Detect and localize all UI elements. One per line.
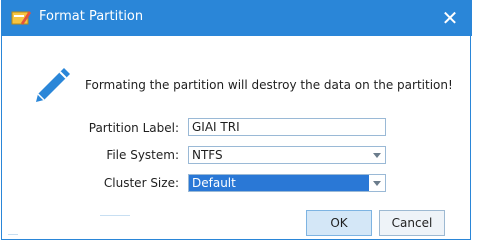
- scratch-mark: [100, 215, 130, 216]
- chevron-down-icon[interactable]: [369, 175, 385, 191]
- file-system-value: NTFS: [192, 148, 223, 162]
- partition-label-input[interactable]: GIAI TRI: [188, 118, 386, 136]
- window-title: Format Partition: [39, 9, 144, 24]
- cluster-size-select[interactable]: Default: [188, 174, 386, 192]
- ok-button[interactable]: OK: [306, 210, 372, 236]
- close-icon[interactable]: ✕: [439, 6, 461, 30]
- chevron-down-icon[interactable]: [369, 147, 385, 163]
- pencil-icon: [36, 68, 70, 102]
- file-system-label: File System:: [106, 148, 179, 162]
- format-partition-dialog: Format Partition ✕ Formating the partiti…: [1, 0, 472, 240]
- scratch-mark: [8, 234, 18, 235]
- title-bar: Format Partition ✕: [2, 0, 472, 36]
- partition-label-label: Partition Label:: [88, 121, 179, 135]
- cluster-size-label: Cluster Size:: [103, 176, 179, 190]
- format-partition-icon: [11, 11, 31, 25]
- warning-message: Formating the partition will destroy the…: [85, 78, 453, 92]
- cluster-size-value: Default: [192, 176, 236, 190]
- cancel-button[interactable]: Cancel: [379, 210, 445, 236]
- file-system-select[interactable]: NTFS: [188, 146, 386, 164]
